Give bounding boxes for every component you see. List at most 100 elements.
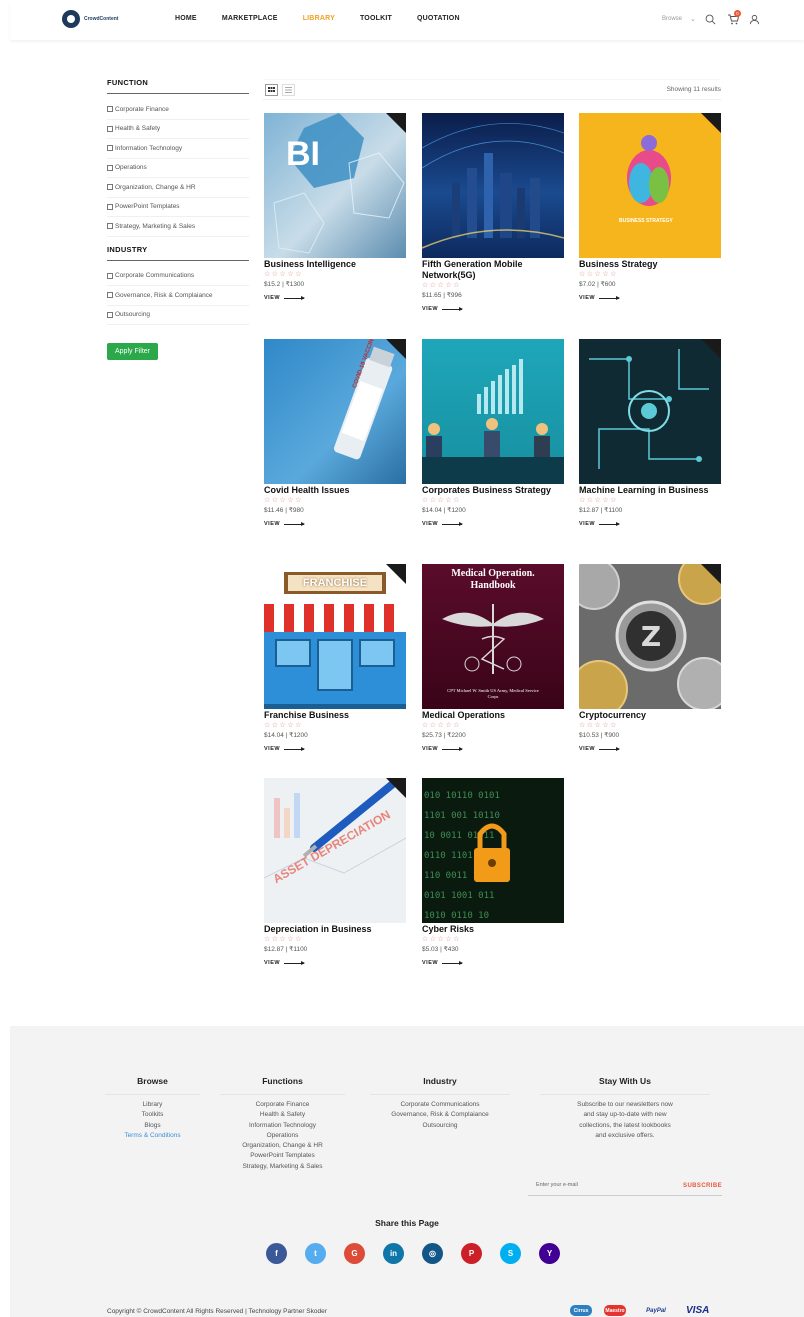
view-link[interactable]: VIEW [579,746,721,752]
footer-link-terms[interactable]: Terms & Conditions [105,1131,200,1141]
footer-link-function[interactable]: PowerPoint Templates [220,1151,345,1161]
nav-library[interactable]: LIBRARY [303,15,335,22]
product-thumbnail[interactable] [579,339,721,484]
product-title[interactable]: Depreciation in Business [264,924,406,935]
pinterest-icon[interactable]: P [461,1243,482,1264]
checkbox[interactable] [107,203,113,210]
filter-information-technology[interactable]: Information Technology [107,139,249,159]
footer-link-toolkits[interactable]: Toolkits [105,1110,200,1120]
footer-link-function[interactable]: Corporate Finance [220,1100,345,1110]
product-card[interactable]: Fifth Generation Mobile Network(5G) ☆☆☆☆… [422,113,564,312]
checkbox[interactable] [107,223,113,230]
subscribe-button[interactable]: SUBSCRIBE [683,1183,722,1189]
grid-view-icon[interactable] [265,84,278,96]
logo[interactable]: CrowdContent [62,10,118,28]
view-link[interactable]: VIEW [264,960,406,966]
product-card[interactable]: Z Cryptocurrency ☆☆☆☆☆ $10.53 | ₹900 VIE… [579,564,721,752]
filter-health-safety[interactable]: Health & Safety [107,120,249,139]
view-link[interactable]: VIEW [579,521,721,527]
footer-link-blogs[interactable]: Blogs [105,1121,200,1131]
cart-icon[interactable]: 0 [726,10,741,26]
filter-strategy-marketing-sales[interactable]: Strategy, Marketing & Sales [107,217,249,237]
product-thumbnail[interactable]: ASSET DEPRECIATION [264,778,406,923]
user-icon[interactable] [748,12,762,26]
nav-quotation[interactable]: QUOTATION [417,15,460,22]
view-link[interactable]: VIEW [579,295,721,301]
product-thumbnail[interactable]: COVID-19 VACCINE [264,339,406,484]
product-thumbnail[interactable]: Z [579,564,721,709]
checkbox[interactable] [107,184,113,191]
checkbox[interactable] [107,272,113,279]
product-thumbnail[interactable] [422,113,564,258]
product-thumbnail[interactable] [422,339,564,484]
view-link[interactable]: VIEW [422,521,564,527]
linkedin-icon[interactable]: in [383,1243,404,1264]
product-card[interactable]: Corporates Business Strategy ☆☆☆☆☆ $14.0… [422,339,564,527]
nav-home[interactable]: HOME [175,15,197,22]
browse-dropdown[interactable]: Browse [662,16,682,22]
product-thumbnail[interactable]: BI [264,113,406,258]
product-title[interactable]: Franchise Business [264,710,406,721]
checkbox[interactable] [107,125,113,132]
product-card[interactable]: COVID-19 VACCINE Covid Health Issues ☆☆☆… [264,339,406,527]
checkbox[interactable] [107,311,113,318]
product-card[interactable]: BI Business Intelligence ☆☆☆☆☆ $15.2 | ₹… [264,113,406,301]
checkbox[interactable] [107,164,113,171]
footer-link-function[interactable]: Information Technology [220,1121,345,1131]
email-field[interactable] [536,1182,666,1188]
checkbox[interactable] [107,106,113,113]
product-card[interactable]: BUSINESS STRATEGY Business Strategy ☆☆☆☆… [579,113,721,301]
product-thumbnail[interactable]: Medical Operation. Handbook CPT Michael … [422,564,564,709]
product-title[interactable]: Corporates Business Strategy [422,485,564,496]
view-link[interactable]: VIEW [422,306,564,312]
filter-organization-change-hr[interactable]: Organization, Change & HR [107,178,249,198]
nav-toolkit[interactable]: TOOLKIT [360,15,392,22]
product-title[interactable]: Covid Health Issues [264,485,406,496]
view-link[interactable]: VIEW [422,960,564,966]
facebook-icon[interactable]: f [266,1243,287,1264]
footer-link-library[interactable]: Library [105,1100,200,1110]
list-view-icon[interactable] [282,84,295,96]
product-card[interactable]: FRANCHISE Franchise Business ☆☆☆☆☆ $14.0… [264,564,406,752]
product-card[interactable]: Medical Operation. Handbook CPT Michael … [422,564,564,752]
view-link[interactable]: VIEW [264,521,406,527]
product-card[interactable]: ASSET DEPRECIATION Depreciation in Busin… [264,778,406,966]
checkbox[interactable] [107,292,113,299]
product-card[interactable]: Machine Learning in Business ☆☆☆☆☆ $12.8… [579,339,721,527]
product-title[interactable]: Medical Operations [422,710,564,721]
footer-link-industry[interactable]: Corporate Communications [370,1100,510,1110]
view-link[interactable]: VIEW [264,295,406,301]
product-thumbnail[interactable]: 010 10110 0101 1101 001 10110 10 0011 0101… [422,778,564,923]
product-thumbnail[interactable]: BUSINESS STRATEGY [579,113,721,258]
twitter-icon[interactable]: t [305,1243,326,1264]
filter-governance-risk[interactable]: Governance, Risk & Complaiance [107,286,249,306]
apply-filter-button[interactable]: Apply Filter [107,343,159,360]
product-title[interactable]: Machine Learning in Business [579,485,721,496]
product-title[interactable]: Business Intelligence [264,259,406,270]
filter-operations[interactable]: Operations [107,159,249,178]
product-thumbnail[interactable]: FRANCHISE [264,564,406,709]
instagram-icon[interactable]: ◎ [422,1243,443,1264]
search-icon[interactable] [704,12,718,26]
product-title[interactable]: Fifth Generation Mobile Network(5G) [422,259,564,281]
google-icon[interactable]: G [344,1243,365,1264]
filter-corporate-communications[interactable]: Corporate Communications [107,267,249,286]
product-title[interactable]: Cyber Risks [422,924,564,935]
product-title[interactable]: Business Strategy [579,259,721,270]
footer-link-industry[interactable]: Outsourcing [370,1121,510,1131]
footer-link-function[interactable]: Health & Safety [220,1110,345,1120]
product-title[interactable]: Cryptocurrency [579,710,721,721]
chevron-down-icon[interactable]: ⌄ [690,15,696,23]
skype-icon[interactable]: S [500,1243,521,1264]
footer-link-function[interactable]: Operations [220,1131,345,1141]
filter-outsourcing[interactable]: Outsourcing [107,306,249,325]
nav-marketplace[interactable]: MARKETPLACE [222,15,278,22]
checkbox[interactable] [107,145,113,152]
footer-link-function[interactable]: Organization, Change & HR [220,1141,345,1151]
filter-powerpoint-templates[interactable]: PowerPoint Templates [107,198,249,217]
view-link[interactable]: VIEW [422,746,564,752]
footer-link-function[interactable]: Strategy, Marketing & Sales [220,1162,345,1172]
view-link[interactable]: VIEW [264,746,406,752]
footer-link-industry[interactable]: Governance, Risk & Complaiance [370,1110,510,1120]
yahoo-icon[interactable]: Y [539,1243,560,1264]
